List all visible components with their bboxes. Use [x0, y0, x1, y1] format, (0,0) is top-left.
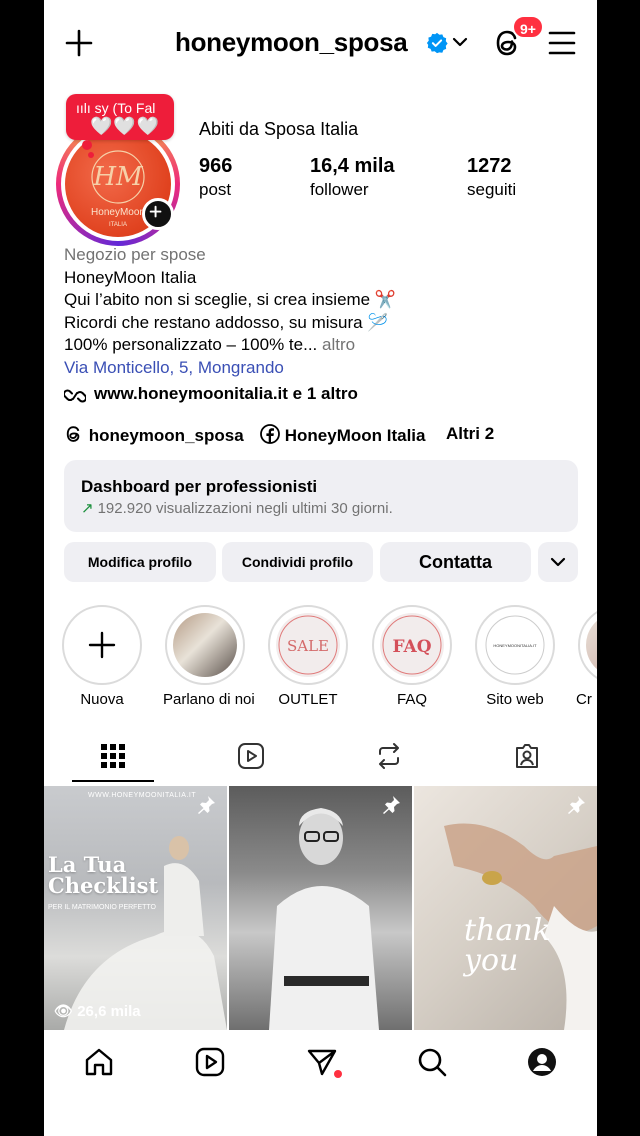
stat-followers[interactable]: 16,4 mila follower: [310, 155, 395, 200]
post-script-text: thank you: [464, 913, 551, 978]
notification-badge: 9+: [512, 15, 544, 39]
reels-nav-icon[interactable]: [194, 1046, 226, 1078]
threads-small-icon: [66, 426, 80, 442]
svg-text:FAQ: FAQ: [392, 637, 431, 657]
verified-badge-icon: [426, 32, 448, 54]
faq-cover: FAQ: [382, 615, 442, 675]
username-switcher[interactable]: honeymoon_sposa: [175, 27, 408, 58]
create-plus-icon[interactable]: [64, 28, 94, 58]
chevron-down-icon[interactable]: [452, 35, 468, 49]
tab-reposts[interactable]: [320, 730, 458, 784]
dashboard-subtitle: ↗ 192.920 visualizzazioni negli ultimi 30…: [81, 500, 393, 517]
search-icon[interactable]: [416, 1046, 448, 1078]
plus-icon: [88, 631, 116, 659]
home-icon[interactable]: [83, 1046, 115, 1078]
professional-dashboard[interactable]: Dashboard per professionisti ↗ 192.920 vi…: [64, 460, 578, 532]
audio-bars-icon: ıılı: [76, 100, 95, 116]
profile-nav-icon[interactable]: [526, 1046, 558, 1078]
eye-icon: 👁: [54, 1003, 74, 1020]
contact-button[interactable]: Contatta: [380, 542, 531, 582]
post-title: La Tua Checklist: [48, 852, 159, 898]
tab-grid[interactable]: [44, 730, 182, 784]
tab-reels[interactable]: [182, 730, 320, 784]
note-hearts: 🤍🤍🤍: [90, 116, 161, 136]
chevron-down-icon: [550, 557, 566, 567]
stat-posts[interactable]: 966 post: [199, 155, 232, 200]
tagged-icon: [516, 744, 538, 768]
top-bar: honeymoon_sposa 9+: [44, 0, 597, 86]
post-views: 👁 26,6 mila: [54, 1003, 141, 1020]
note-bubble[interactable]: ıılı sy (To Fal 🤍🤍🤍: [66, 94, 174, 140]
note-tail-small: [88, 152, 94, 158]
svg-text:ITALIA: ITALIA: [109, 222, 127, 228]
post-site-text: WWW.HONEYMOONITALIA.IT: [88, 792, 197, 799]
suggestions-dropdown-button[interactable]: [538, 542, 578, 582]
note-song: ıılı sy (To Fal: [76, 100, 156, 116]
bio-line: HoneyMoon Italia: [64, 267, 197, 287]
grid-post[interactable]: thank you: [414, 786, 597, 1030]
bio-line: Ricordi che restano addosso, su misura 🪡: [64, 312, 389, 332]
bio-line: Qui l’abito non si sceglie, si crea insi…: [64, 290, 397, 310]
svg-text:HONEYMOONITALIA.IT: HONEYMOONITALIA.IT: [493, 643, 537, 648]
share-profile-button[interactable]: Condividi profilo: [222, 542, 373, 582]
bio-line: 100% personalizzato – 100% te... altro: [64, 335, 356, 355]
facebook-link[interactable]: HoneyMoon Italia: [260, 424, 425, 446]
bio: Negozio per spose HoneyMoon Italia Qui l…: [64, 244, 584, 380]
sale-cover: SALE: [278, 615, 338, 675]
svg-text:SALE: SALE: [287, 637, 329, 655]
post-photo: [444, 823, 597, 1030]
dashboard-title: Dashboard per professionisti: [81, 477, 318, 496]
messages-unread-dot: [334, 1070, 342, 1078]
tab-tagged[interactable]: [458, 730, 596, 784]
highlight-sito-web[interactable]: HONEYMOONITALIA.IT Sito web: [473, 605, 557, 708]
highlight-new[interactable]: Nuova: [60, 605, 144, 708]
category-label: Negozio per spose: [64, 245, 206, 264]
posts-grid: WWW.HONEYMOONITALIA.IT La Tua Checklist …: [44, 786, 597, 1030]
bottom-nav: [44, 1030, 597, 1136]
highlight-parlano-di-noi[interactable]: Parlano di noi: [163, 605, 255, 708]
content-tabs: [44, 730, 597, 784]
website-link[interactable]: www.honeymoonitalia.it e 1 altro: [64, 384, 358, 404]
other-links[interactable]: Altri 2: [446, 424, 494, 444]
trend-arrow-icon: ↗: [81, 500, 94, 517]
pin-icon: [383, 796, 400, 814]
grid-icon: [101, 744, 125, 768]
active-tab-indicator: [72, 780, 154, 782]
grid-post[interactable]: WWW.HONEYMOONITALIA.IT La Tua Checklist …: [44, 786, 227, 1030]
facebook-icon: [260, 424, 280, 444]
reels-icon: [238, 743, 264, 769]
pin-icon: [568, 796, 585, 814]
website-cover: HONEYMOONITALIA.IT: [485, 615, 545, 675]
svg-text:HoneyMoon: HoneyMoon: [91, 207, 145, 218]
highlight-cr[interactable]: Cr: [576, 605, 597, 708]
pin-icon: [198, 796, 215, 814]
threads-link[interactable]: honeymoon_sposa: [64, 424, 244, 446]
edit-profile-button[interactable]: Modifica profilo: [64, 542, 216, 582]
display-name: Abiti da Sposa Italia: [199, 119, 359, 139]
more-link[interactable]: altro: [322, 335, 355, 354]
highlight-faq[interactable]: FAQ FAQ: [370, 605, 454, 708]
link-icon: [64, 389, 86, 403]
add-story-icon[interactable]: [142, 198, 174, 230]
hamburger-menu-icon[interactable]: [548, 30, 576, 56]
address-link[interactable]: Via Monticello, 5, Mongrando: [64, 357, 584, 380]
stat-following[interactable]: 1272 seguiti: [467, 155, 516, 200]
grid-post[interactable]: [229, 786, 412, 1030]
svg-text:HM: HM: [92, 162, 144, 192]
repost-icon: [379, 743, 399, 769]
post-subtitle: PER IL MATRIMONIO PERFETTO: [48, 904, 156, 911]
post-photo: [269, 808, 379, 1030]
note-tail: [82, 140, 92, 150]
profile-screen: honeymoon_sposa 9+ HM HoneyMoon ITALIA ı…: [44, 0, 597, 1136]
highlight-outlet[interactable]: SALE OUTLET: [266, 605, 350, 708]
